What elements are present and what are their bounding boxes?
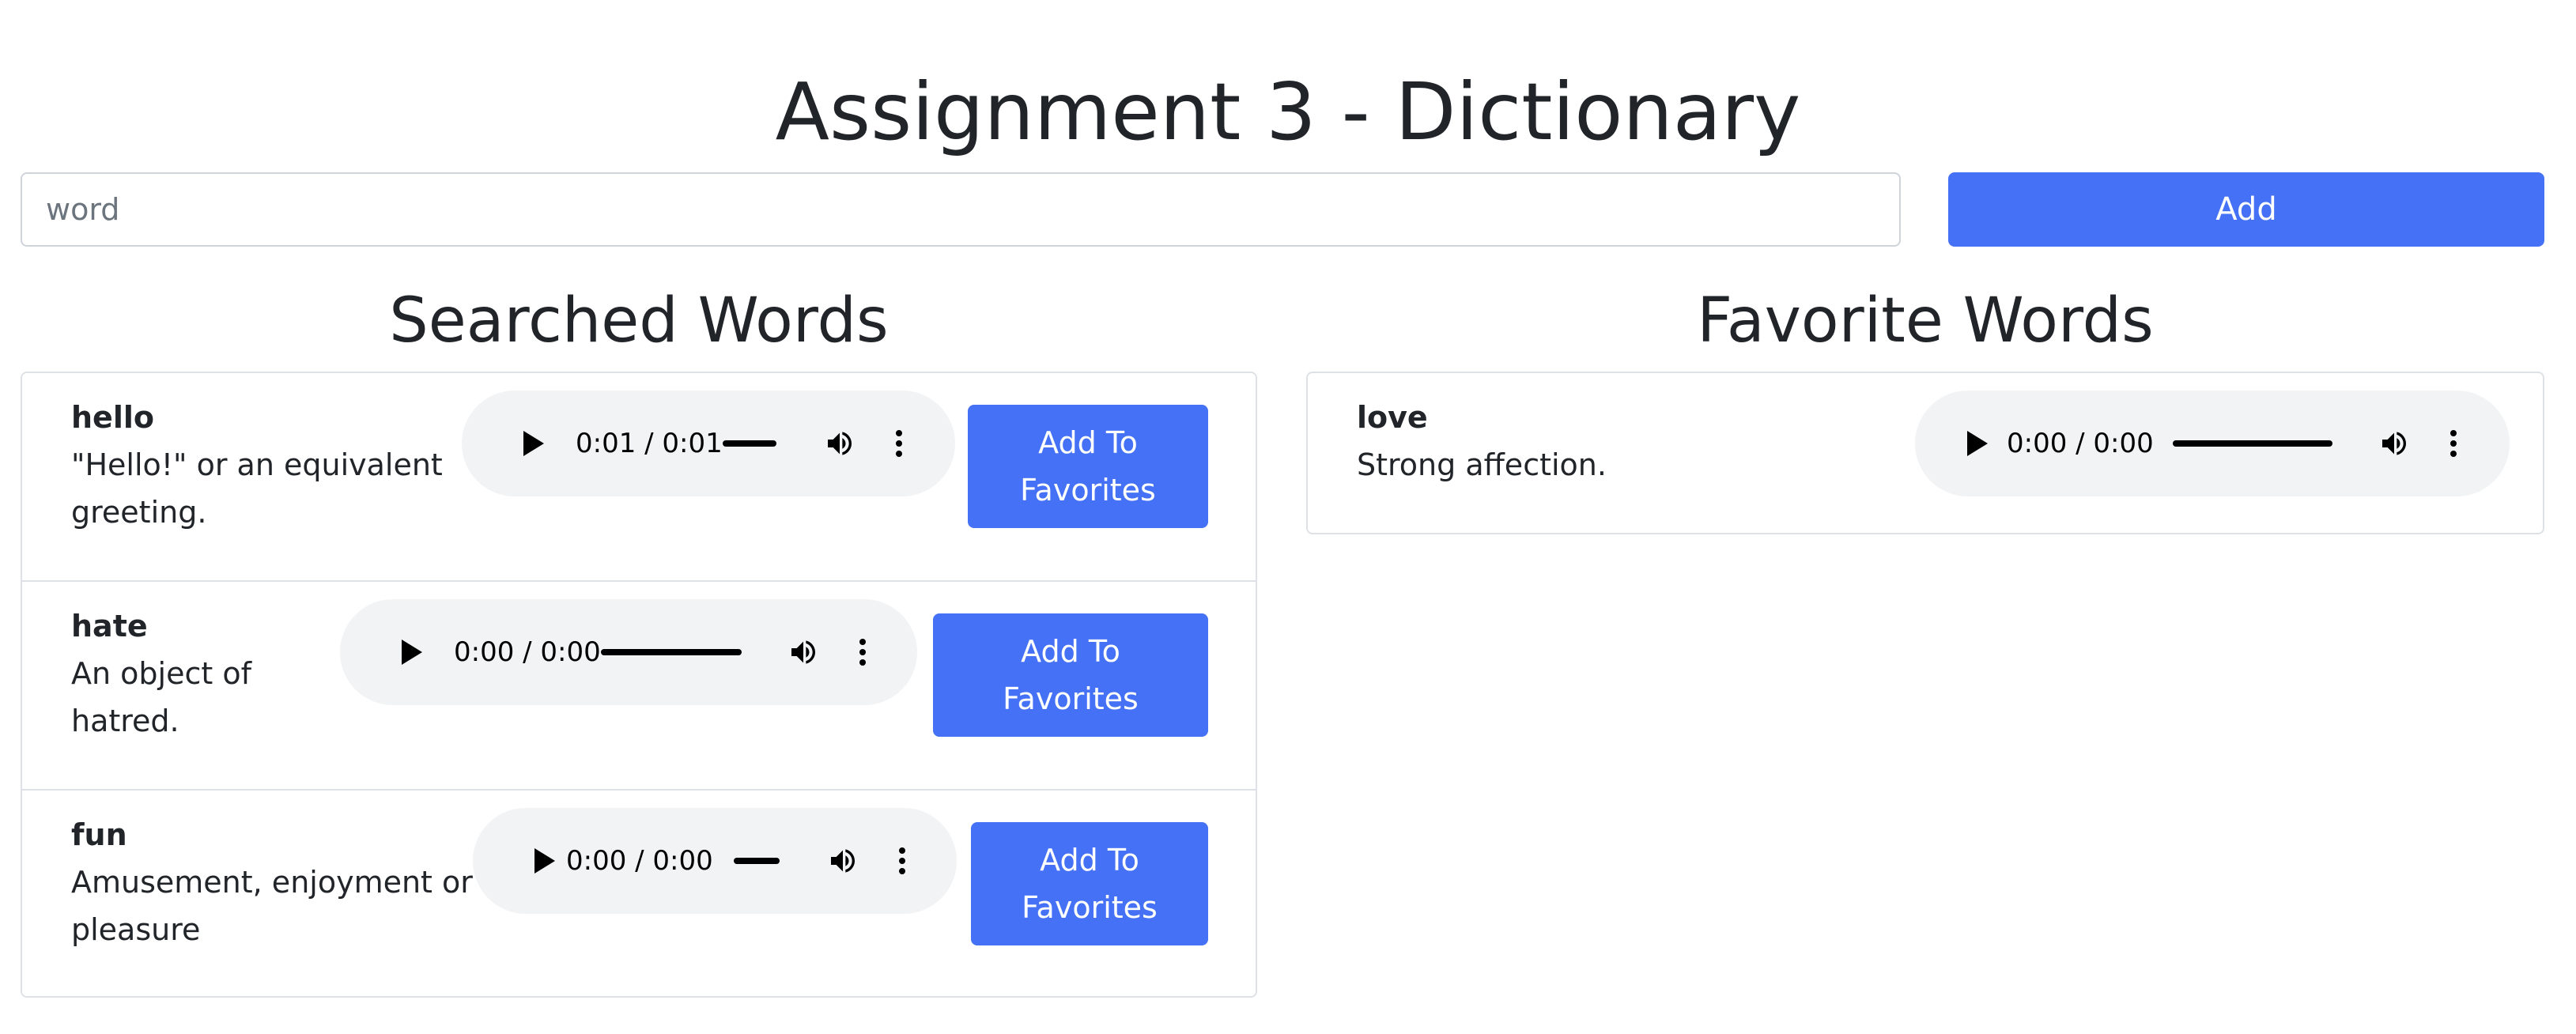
add-button[interactable]: Add — [1948, 172, 2544, 247]
list-item: hello "Hello!" or an equivalent greeting… — [22, 373, 1256, 580]
word-text: hello "Hello!" or an equivalent greeting… — [71, 394, 466, 536]
audio-player[interactable]: 0:00 / 0:00 — [1915, 391, 2510, 496]
word-input[interactable] — [21, 172, 1901, 247]
add-to-favorites-button[interactable]: Add To Favorites — [933, 613, 1208, 737]
play-icon[interactable] — [402, 640, 422, 665]
word-name: hate — [71, 609, 148, 643]
word-definition: "Hello!" or an equivalent greeting. — [71, 447, 443, 530]
list-item: hate An object of hatred. 0:00 / 0:00 Ad… — [22, 580, 1256, 789]
more-vertical-icon[interactable] — [895, 429, 903, 458]
searched-words-list: hello "Hello!" or an equivalent greeting… — [21, 372, 1257, 998]
favorite-words-title: Favorite Words — [1697, 285, 2154, 357]
play-icon[interactable] — [523, 431, 544, 456]
audio-player[interactable]: 0:00 / 0:00 — [473, 808, 957, 914]
word-name: hello — [71, 400, 154, 435]
audio-progress-track[interactable] — [2173, 440, 2332, 447]
volume-icon[interactable] — [2378, 428, 2410, 459]
word-text: hate An object of hatred. — [71, 602, 340, 745]
add-to-favorites-button[interactable]: Add To Favorites — [971, 822, 1208, 945]
word-text: love Strong affection. — [1357, 394, 1910, 489]
audio-time: 0:00 / 0:00 — [2007, 428, 2154, 459]
play-icon[interactable] — [1967, 431, 1988, 456]
word-name: fun — [71, 817, 127, 852]
volume-icon[interactable] — [824, 428, 856, 459]
audio-player[interactable]: 0:00 / 0:00 — [340, 599, 917, 705]
audio-player[interactable]: 0:01 / 0:01 — [462, 391, 955, 496]
audio-progress-track[interactable] — [734, 858, 780, 864]
audio-time: 0:00 / 0:00 — [566, 845, 713, 877]
page-title: Assignment 3 - Dictionary — [775, 66, 1801, 158]
audio-progress-track[interactable] — [723, 440, 776, 447]
more-vertical-icon[interactable] — [2449, 429, 2457, 458]
word-definition: Amusement, enjoyment or pleasure — [71, 865, 473, 947]
audio-time: 0:01 / 0:01 — [576, 428, 723, 459]
list-item: love Strong affection. 0:00 / 0:00 — [1308, 373, 2543, 533]
page: Assignment 3 - Dictionary Add Searched W… — [0, 0, 2576, 1034]
list-item: fun Amusement, enjoyment or pleasure 0:0… — [22, 789, 1256, 996]
audio-time: 0:00 / 0:00 — [454, 636, 601, 668]
volume-icon[interactable] — [827, 845, 859, 877]
more-vertical-icon[interactable] — [859, 638, 867, 666]
searched-words-title: Searched Words — [389, 285, 889, 357]
add-to-favorites-button[interactable]: Add To Favorites — [968, 405, 1208, 528]
audio-progress-track[interactable] — [601, 649, 742, 655]
word-definition: Strong affection. — [1357, 447, 1607, 482]
volume-icon[interactable] — [788, 636, 819, 668]
play-icon[interactable] — [534, 848, 555, 874]
word-text: fun Amusement, enjoyment or pleasure — [71, 811, 498, 953]
word-definition: An object of hatred. — [71, 656, 251, 738]
favorite-words-list: love Strong affection. 0:00 / 0:00 — [1306, 372, 2544, 534]
more-vertical-icon[interactable] — [898, 847, 906, 875]
word-name: love — [1357, 400, 1428, 435]
